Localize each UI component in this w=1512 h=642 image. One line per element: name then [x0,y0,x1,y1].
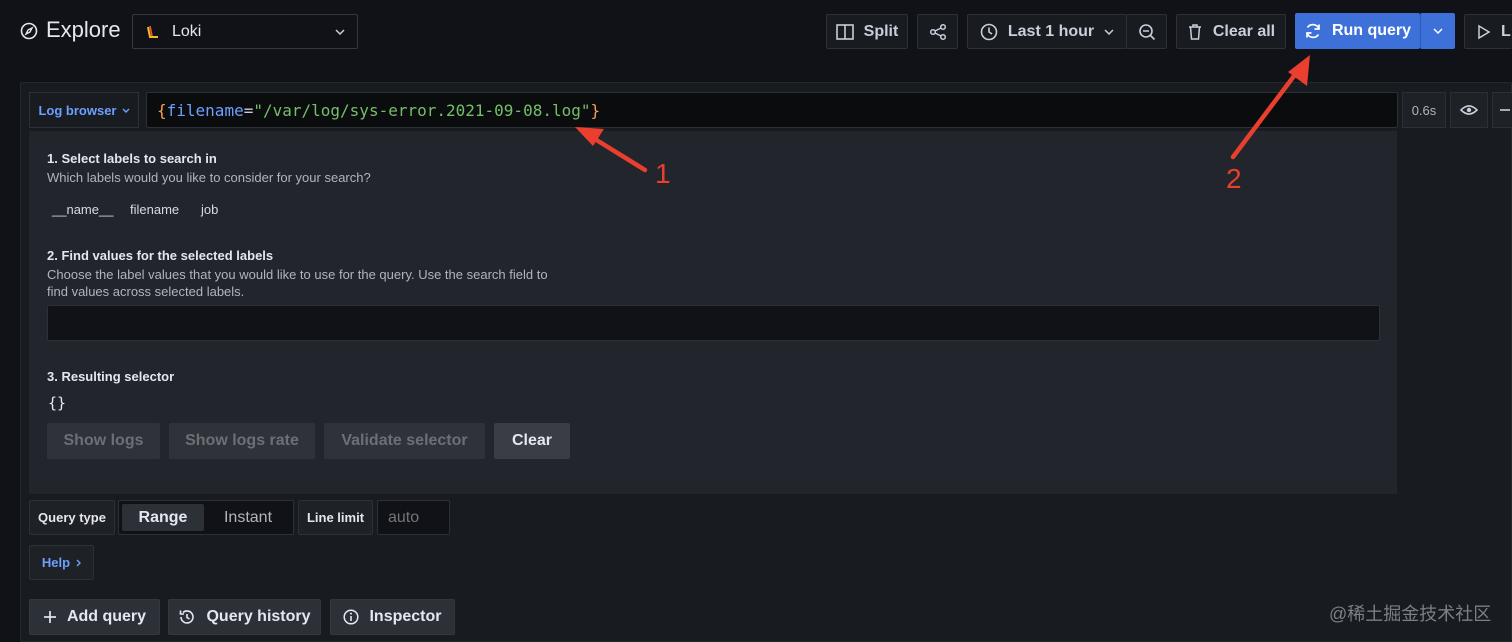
add-query-button[interactable]: Add query [29,599,160,635]
chevron-down-icon [122,108,130,113]
trash-icon [1187,23,1203,41]
history-icon [178,608,196,626]
live-label: L [1501,22,1511,40]
split-icon [835,23,854,40]
clear-all-label: Clear all [1212,22,1276,40]
annotation-label-2: 2 [1226,163,1242,194]
split-label: Split [863,22,899,40]
query-type-range[interactable]: Range [122,504,204,531]
inspector-label: Inspector [369,608,442,625]
clear-all-button[interactable]: Clear all [1176,14,1286,49]
live-button[interactable]: L [1464,14,1512,49]
hide-query-button[interactable] [1450,92,1488,128]
share-button[interactable] [917,14,958,49]
line-limit-label: Line limit [298,500,373,535]
show-logs-button[interactable]: Show logs [47,423,160,459]
play-icon [1477,24,1491,40]
time-range-picker[interactable]: Last 1 hour [967,14,1127,49]
label-chip-name[interactable]: __name__ [52,202,113,217]
log-browser-button[interactable]: Log browser [29,92,139,128]
share-icon [929,23,947,41]
chevron-down-icon [1104,28,1114,35]
step3-title: 3. Resulting selector [47,369,175,384]
label-values-search-input[interactable] [47,305,1380,341]
remove-query-button[interactable] [1492,92,1512,128]
query-type-radio-group: Range Instant [118,500,294,535]
query-equals: = [243,100,254,120]
chevron-down-icon [335,28,345,35]
step2-description-line1: Choose the label values that you would l… [47,267,548,282]
plus-icon [43,610,57,624]
line-limit-input[interactable] [377,500,450,535]
query-label-value: "/var/log/sys-error.2021-09-08.log" [253,100,591,120]
help-label: Help [41,555,71,570]
add-query-label: Add query [66,608,147,625]
run-query-button[interactable]: Run query [1295,13,1420,49]
resulting-selector: {} [48,394,67,412]
eye-icon [1460,104,1478,116]
query-history-label: Query history [206,608,311,625]
step2-description-line2: find values across selected labels. [47,284,245,299]
split-button[interactable]: Split [826,14,908,49]
refresh-icon [1304,22,1322,40]
help-toggle[interactable]: Help [29,545,94,580]
query-type-label: Query type [29,500,115,535]
clock-icon [980,23,998,41]
zoom-out-icon [1138,23,1156,41]
run-query-options-button[interactable] [1420,13,1455,49]
datasource-name: Loki [172,22,202,40]
step2-title: 2. Find values for the selected labels [47,248,274,263]
annotation-label-1: 1 [655,158,671,189]
query-open-brace: { [157,100,167,120]
chevron-down-icon [1432,28,1443,34]
label-chip-filename[interactable]: filename [130,202,179,217]
step1-description: Which labels would you like to consider … [47,170,371,185]
label-chip-job[interactable]: job [201,202,218,217]
query-close-brace: } [590,100,601,120]
explore-compass-icon [20,22,38,40]
query-label-key: filename [166,100,244,120]
clear-button[interactable]: Clear [494,423,570,459]
chevron-right-icon [76,559,82,567]
show-logs-rate-button[interactable]: Show logs rate [169,423,315,459]
inspector-button[interactable]: Inspector [330,599,455,635]
query-editor[interactable]: {filename = "/var/log/sys-error.2021-09-08… [146,92,1398,128]
run-query-label: Run query [1331,22,1412,39]
zoom-out-button[interactable] [1126,14,1167,49]
step1-title: 1. Select labels to search in [47,151,217,166]
query-history-button[interactable]: Query history [168,599,321,635]
time-range-label: Last 1 hour [1007,22,1095,40]
log-browser-label: Log browser [38,102,117,118]
page-title: Explore [46,17,121,42]
minus-icon [1500,109,1510,111]
query-duration: 0.6s [1402,92,1446,128]
watermark: @稀土掘金技术社区 [1329,604,1492,624]
validate-selector-button[interactable]: Validate selector [324,423,485,459]
datasource-picker[interactable]: Loki [132,14,358,49]
query-type-instant[interactable]: Instant [207,504,289,531]
loki-logo-icon [145,24,161,40]
info-circle-icon [343,609,360,625]
